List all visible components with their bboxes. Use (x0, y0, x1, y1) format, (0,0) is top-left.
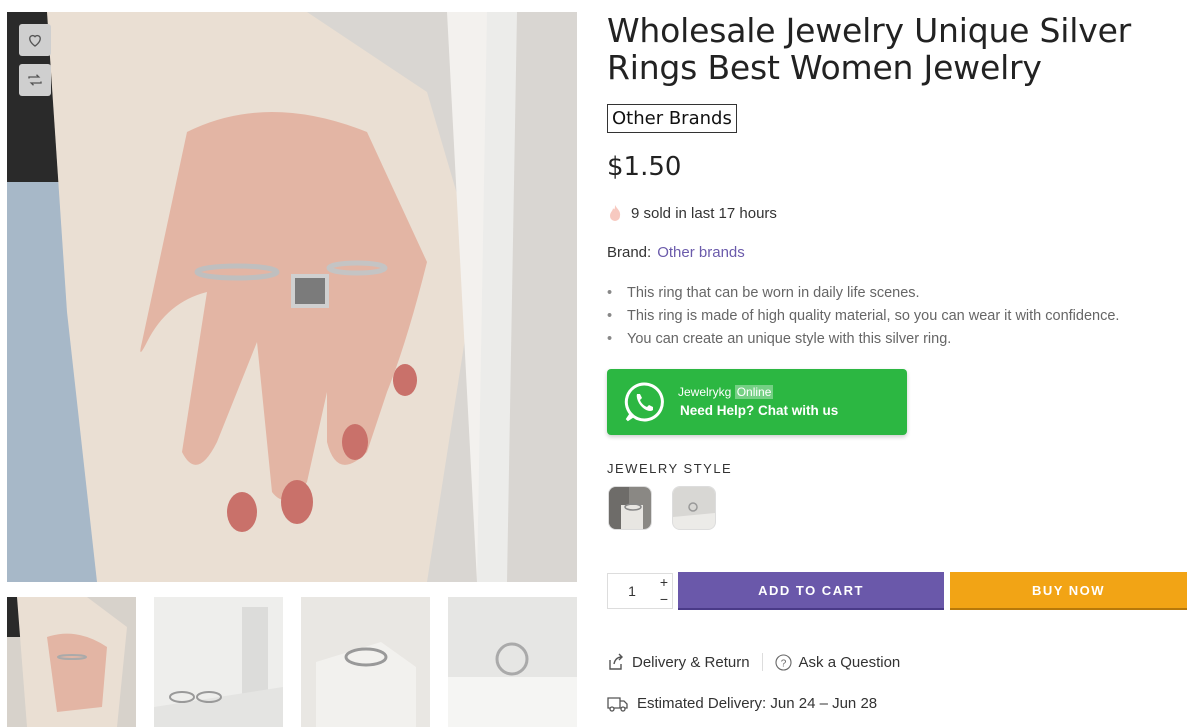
heart-icon (29, 34, 41, 47)
variant-swatch-1[interactable] (608, 486, 652, 530)
sold-text: 9 sold in last 17 hours (631, 204, 777, 222)
estimated-delivery: Estimated Delivery: Jun 24 – Jun 28 (607, 695, 877, 712)
question-icon: ? (774, 653, 792, 671)
sold-counter: 9 sold in last 17 hours (607, 204, 777, 222)
whatsapp-chat-button[interactable]: Jewelrykg Online Need Help? Chat with us (607, 369, 907, 435)
whatsapp-icon (624, 382, 664, 422)
quantity-stepper: + − (607, 573, 673, 609)
quantity-input[interactable] (608, 574, 656, 608)
list-item: This ring that can be worn in daily life… (607, 282, 1119, 305)
thumbnail-3[interactable] (301, 597, 430, 727)
thumbnail-2[interactable] (154, 597, 283, 727)
thumbnail-4[interactable] (448, 597, 577, 727)
share-icon (609, 653, 623, 670)
svg-text:?: ? (780, 658, 786, 669)
brand-row: Brand: Other brands (607, 244, 745, 261)
brand-label: Brand: (607, 244, 652, 261)
fire-icon (610, 205, 621, 221)
product-gallery (7, 12, 577, 582)
brand-link[interactable]: Other brands (657, 244, 745, 261)
whatsapp-name: Jewelrykg (678, 385, 732, 399)
brand-tag[interactable]: Other Brands (607, 104, 737, 133)
product-title: Wholesale Jewelry Unique Silver Rings Be… (607, 11, 1132, 87)
main-product-image[interactable] (7, 12, 577, 582)
thumbnail-1[interactable] (7, 597, 136, 727)
product-price: $1.50 (607, 152, 682, 182)
ask-question-link[interactable]: ? Ask a Question (774, 653, 901, 671)
divider (761, 653, 763, 671)
truck-icon (607, 696, 628, 712)
variant-label: JEWELRY STYLE (607, 461, 733, 476)
delivery-return-label: Delivery & Return (632, 653, 750, 671)
whatsapp-status: Online (734, 385, 774, 399)
whatsapp-cta: Need Help? Chat with us (680, 403, 839, 418)
compare-icon (28, 74, 42, 86)
compare-button[interactable] (19, 64, 51, 96)
quantity-increase-button[interactable]: + (656, 574, 672, 591)
estimated-delivery-text: Estimated Delivery: Jun 24 – Jun 28 (637, 695, 878, 712)
product-links: Delivery & Return ? Ask a Question (607, 653, 900, 671)
quantity-decrease-button[interactable]: − (656, 591, 672, 608)
ask-question-label: Ask a Question (798, 653, 901, 671)
thumbnail-strip (7, 597, 577, 727)
add-to-cart-button[interactable]: ADD TO CART (678, 572, 944, 610)
delivery-return-link[interactable]: Delivery & Return (607, 653, 750, 671)
list-item: You can create an unique style with this… (607, 328, 1119, 351)
whatsapp-agent: Jewelrykg Online (678, 385, 774, 399)
buy-now-button[interactable]: BUY NOW (950, 572, 1187, 610)
list-item: This ring is made of high quality materi… (607, 305, 1119, 328)
feature-list: This ring that can be worn in daily life… (607, 282, 1119, 351)
variant-swatch-2[interactable] (672, 486, 716, 530)
wishlist-button[interactable] (19, 24, 51, 56)
